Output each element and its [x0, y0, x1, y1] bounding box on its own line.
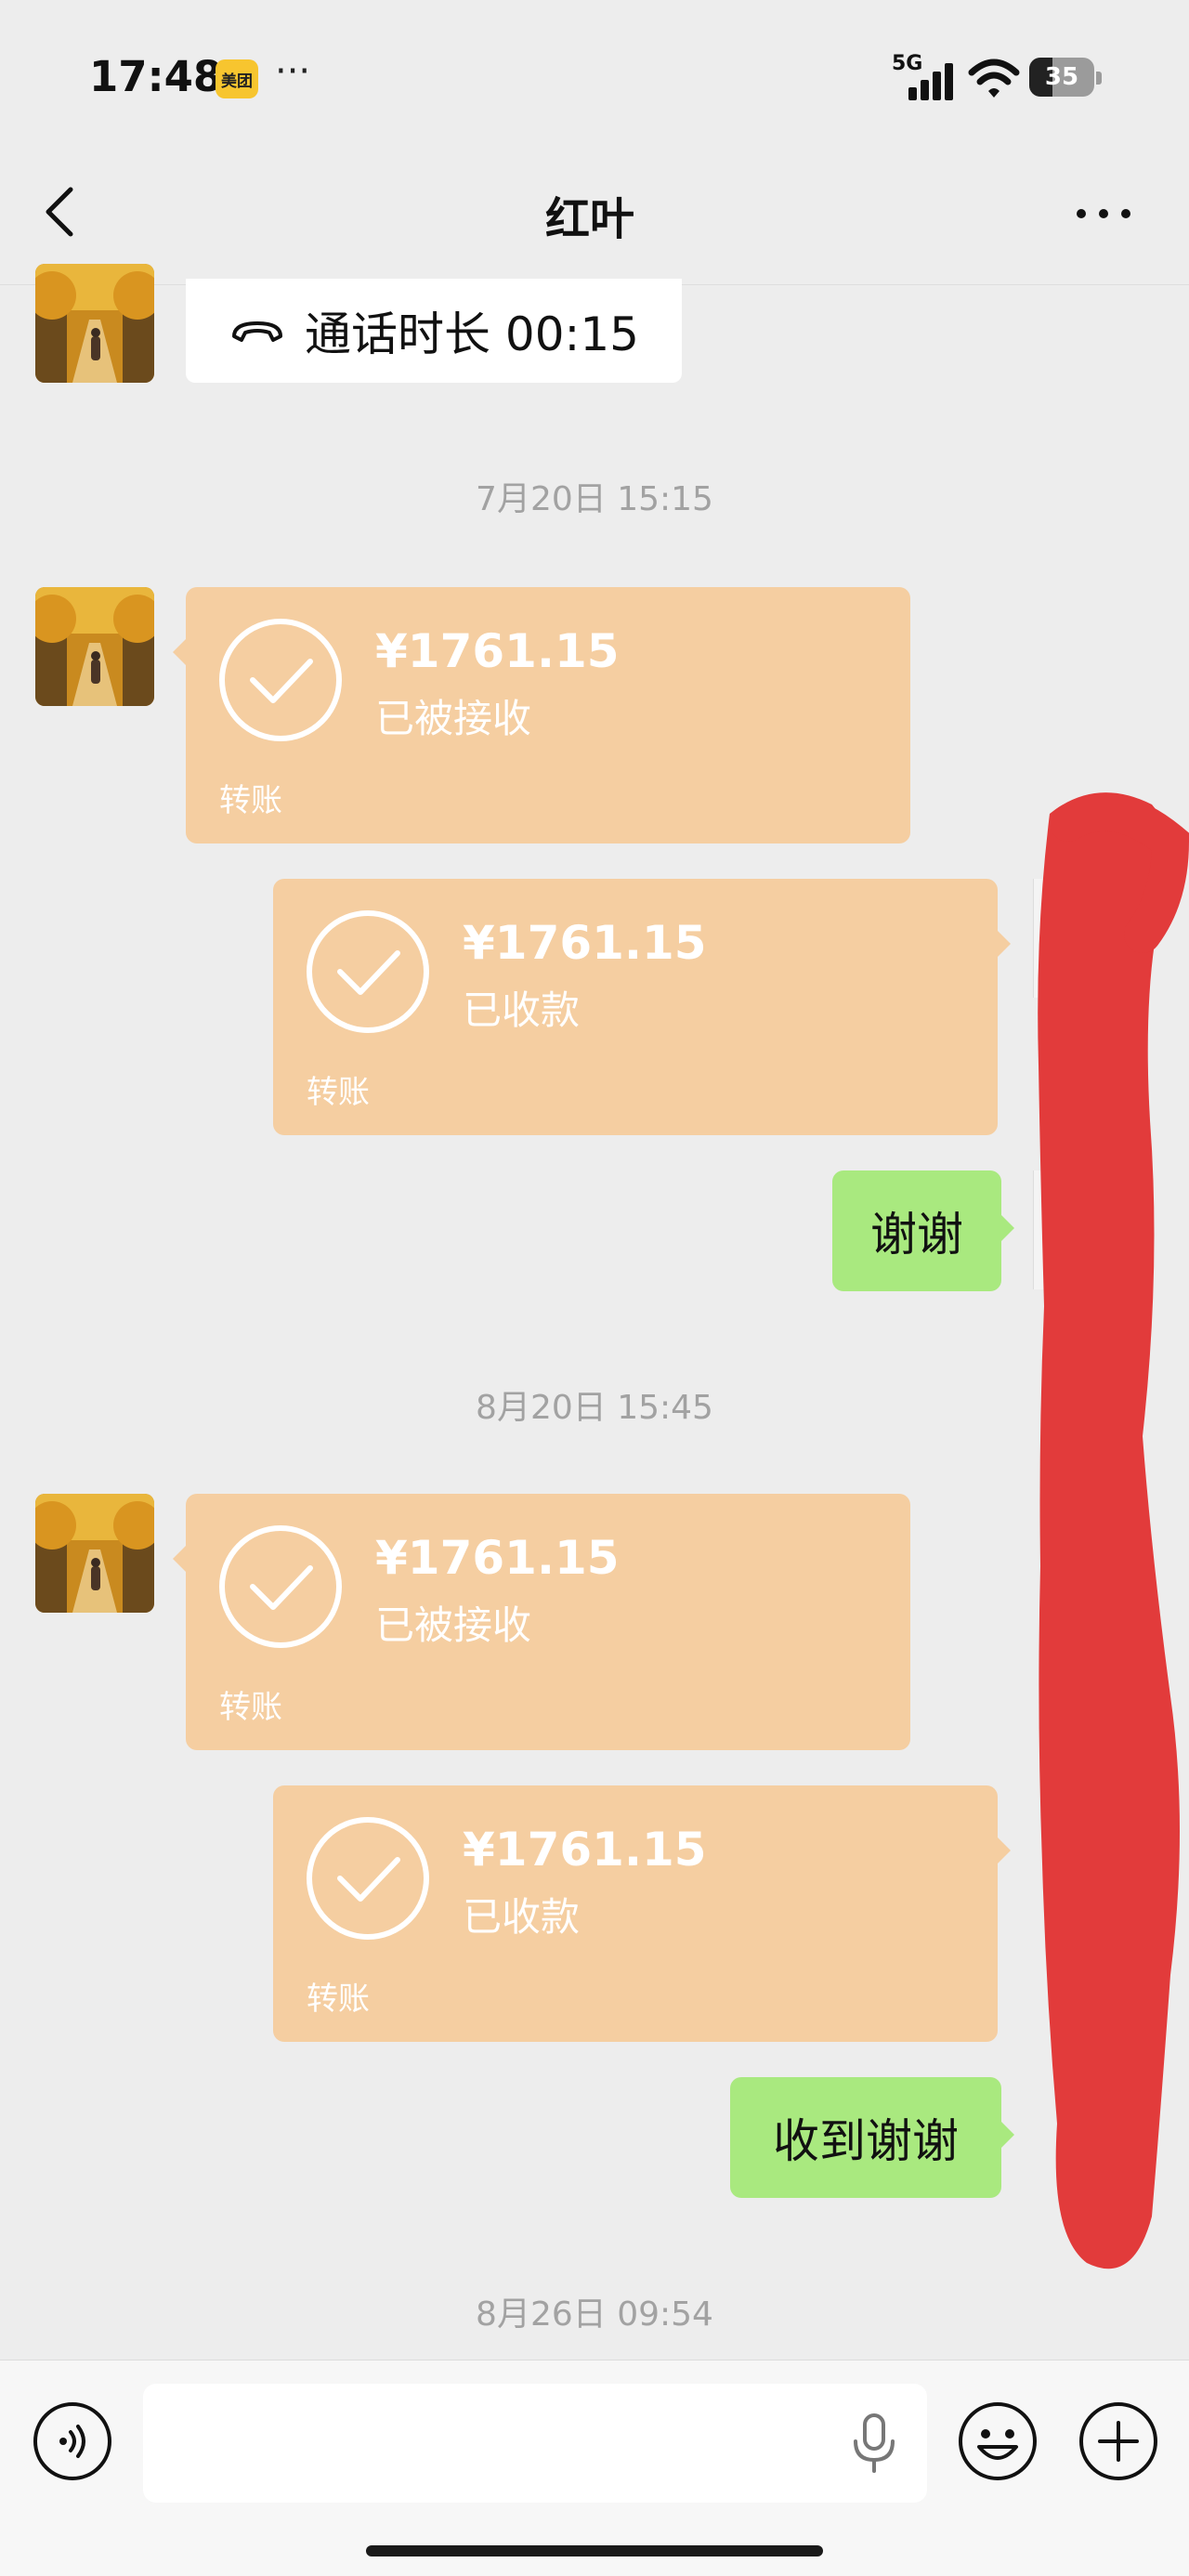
chat-title: 红叶: [544, 193, 634, 245]
call-duration-text: 通话时长 00:15: [305, 307, 639, 361]
transfer-amount: ¥1761.15: [463, 916, 707, 970]
transfer-label: 转账: [219, 782, 282, 819]
message-input[interactable]: [143, 2384, 927, 2503]
transfer-label: 转账: [307, 1981, 370, 2018]
plus-icon[interactable]: [1078, 2400, 1159, 2482]
transfer-bubble[interactable]: ¥1761.15 已被接收 转账: [173, 587, 910, 843]
text-message-bubble[interactable]: 谢谢: [832, 1170, 1014, 1291]
battery-tip: [1096, 72, 1102, 85]
timestamp: 8月20日 15:45: [476, 1389, 713, 1427]
transfer-amount: ¥1761.15: [375, 624, 620, 678]
timestamp: 7月20日 15:15: [476, 480, 713, 518]
check-circle-icon: [307, 1817, 429, 1940]
transfer-label: 转账: [219, 1689, 282, 1726]
home-indicator: [366, 2545, 823, 2556]
contact-avatar[interactable]: [35, 264, 154, 383]
contact-avatar[interactable]: [35, 587, 154, 706]
message-text: 收到谢谢: [773, 2114, 959, 2168]
check-circle-icon: [219, 619, 342, 741]
meituan-badge: 美团: [216, 59, 258, 98]
transfer-status: 已被接收: [375, 1602, 532, 1648]
redaction-scribble: [1038, 792, 1189, 2269]
transfer-status: 已收款: [463, 1894, 581, 1940]
check-circle-icon: [219, 1525, 342, 1648]
more-options-icon[interactable]: [1074, 197, 1133, 230]
battery-indicator: 35: [1029, 58, 1094, 97]
text-message-bubble[interactable]: 收到谢谢: [730, 2077, 1014, 2198]
voice-icon[interactable]: [32, 2400, 113, 2482]
transfer-amount: ¥1761.15: [375, 1531, 620, 1585]
transfer-bubble[interactable]: ¥1761.15 已被接收 转账: [173, 1494, 910, 1750]
contact-avatar[interactable]: [35, 1494, 154, 1613]
transfer-amount: ¥1761.15: [463, 1823, 707, 1876]
battery-level: 35: [1044, 63, 1079, 91]
signal-icon: [908, 63, 953, 100]
check-circle-icon: [307, 910, 429, 1033]
status-time: 17:48: [89, 52, 223, 101]
transfer-label: 转账: [307, 1074, 370, 1111]
emoji-icon[interactable]: [957, 2400, 1039, 2482]
call-duration-bubble[interactable]: 通话时长 00:15: [186, 279, 682, 383]
message-text: 谢谢: [870, 1208, 963, 1262]
mic-icon[interactable]: [845, 2412, 903, 2477]
phone-hangup-icon: [232, 321, 282, 342]
timestamp: 8月26日 09:54: [476, 2295, 713, 2334]
wifi-icon: [968, 59, 1020, 98]
transfer-status: 已收款: [463, 987, 581, 1033]
status-more-dots: ···: [275, 50, 311, 93]
transfer-status: 已被接收: [375, 696, 532, 741]
transfer-bubble[interactable]: ¥1761.15 已收款 转账: [273, 879, 1011, 1135]
transfer-bubble[interactable]: ¥1761.15 已收款 转账: [273, 1785, 1011, 2042]
